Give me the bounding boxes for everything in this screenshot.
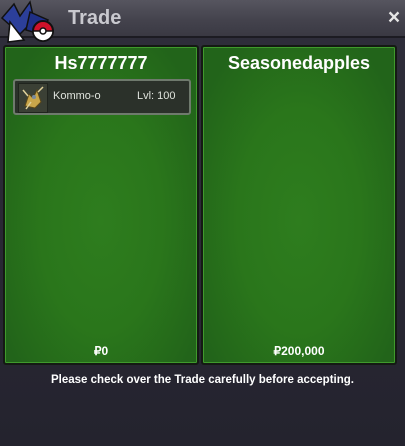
partner-offer-panel: Seasonedapples ₽200,000 (201, 45, 397, 365)
pokemon-name: Kommo-o (53, 90, 101, 102)
trade-warning-message: Please check over the Trade carefully be… (51, 374, 354, 386)
close-icon[interactable]: × (385, 7, 403, 29)
pokemon-level: Lvl: 100 (137, 90, 176, 102)
partner-username: Seasonedapples (227, 53, 371, 73)
window-title: Trade (68, 7, 122, 29)
trade-window: Trade × Hs7777777 Kommo-o Lvl: 100 ₽0 Se… (0, 0, 405, 446)
partner-money-offer: ₽200,000 (273, 344, 325, 358)
your-offer-panel: Hs7777777 Kommo-o Lvl: 100 ₽0 (3, 45, 199, 365)
your-money-offer: ₽0 (93, 344, 109, 358)
your-username: Hs7777777 (54, 53, 148, 73)
kommo-o-sprite-icon (18, 83, 48, 113)
offered-pokemon-slot[interactable]: Kommo-o Lvl: 100 (13, 79, 191, 115)
pokeball-logo-icon (0, 0, 54, 43)
